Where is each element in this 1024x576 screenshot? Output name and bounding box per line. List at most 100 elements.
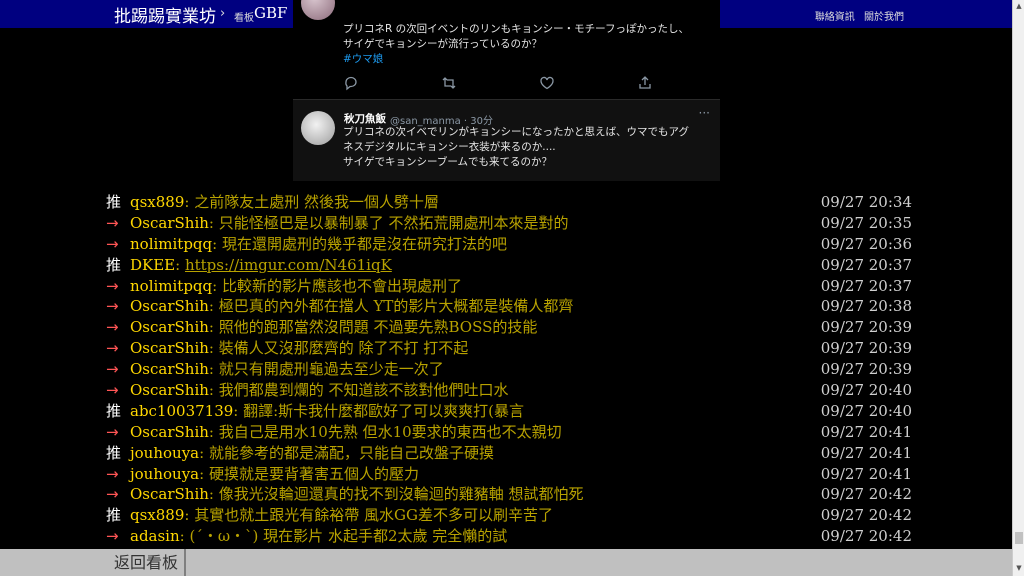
- push-row: 推 jouhouya: 就能參考的都是滿配，只能自己改盤子硬摸 09/27 20:4…: [106, 443, 912, 464]
- push-userid: OscarShih: [130, 422, 209, 441]
- push-timestamp: 09/27 20:38: [820, 297, 912, 316]
- push-userid: qsx889: [130, 506, 185, 525]
- push-body: nolimitpqq: 比較新的影片應該也不會出現處刑了: [130, 276, 462, 297]
- push-tag: →: [106, 527, 119, 546]
- push-body: OscarShih: 只能怪極巴是以暴制暴了 不然拓荒開處刑本來是對的: [130, 213, 569, 234]
- push-body: DKEE: https://imgur.com/N461iqK: [130, 255, 392, 276]
- push-tag: →: [106, 213, 119, 232]
- back-to-board-button[interactable]: 返回看板: [108, 549, 186, 576]
- push-userid: OscarShih: [130, 381, 209, 400]
- push-tag: →: [106, 422, 119, 441]
- push-tag: 推: [106, 193, 122, 211]
- push-timestamp: 09/27 20:41: [820, 443, 912, 462]
- push-row: → OscarShih: 我自己是用水10先熟 但水10要求的東西也不太親切 09/…: [106, 422, 912, 443]
- scroll-up-arrow-icon[interactable]: ▲: [1014, 0, 1024, 12]
- push-row: 推 qsx889: 之前隊友土處刑 然後我一個人劈十層 09/27 20:34: [106, 192, 912, 213]
- push-userid: jouhouya: [130, 464, 200, 483]
- push-userid: OscarShih: [130, 213, 209, 232]
- retweet-icon: [442, 77, 456, 89]
- about-us-link[interactable]: 關於我們: [864, 12, 904, 23]
- push-body: OscarShih: 照他的跑那當然沒問題 不過要先熟BOSS的技能: [130, 317, 537, 338]
- push-content: : 照他的跑那當然沒問題 不過要先熟BOSS的技能: [208, 318, 538, 337]
- tweet2-avatar: [301, 111, 335, 145]
- push-timestamp: 09/27 20:42: [820, 527, 912, 546]
- push-content: : 我們都農到爛的 不知道該不該對他們吐口水: [208, 381, 509, 400]
- push-content: :: [175, 255, 185, 274]
- contact-info-link[interactable]: 聯絡資訊: [815, 12, 855, 23]
- push-content: : (´・ω・`) 現在影片 水起手都2太歲 完全懶的試: [179, 527, 508, 546]
- push-tag: 推: [106, 255, 122, 274]
- push-row: → OscarShih: 就只有開處刑龜過去至少走一次了 09/27 20:39: [106, 359, 912, 380]
- push-userid: OscarShih: [130, 360, 209, 379]
- push-body: adasin: (´・ω・`) 現在影片 水起手都2太歲 完全懶的試: [130, 526, 507, 547]
- board-label: 看板: [234, 13, 254, 24]
- push-userid: OscarShih: [130, 318, 209, 337]
- push-body: OscarShih: 極巴真的內外都在擋人 YT的影片大概都是裝備人都齊: [130, 296, 573, 317]
- push-content: : 極巴真的內外都在擋人 YT的影片大概都是裝備人都齊: [208, 297, 574, 316]
- embedded-tweet-image[interactable]: プリコネR の次回イベントのリンもキョンシー・モチーフっぽかったし、 サイゲでキ…: [293, 0, 720, 181]
- push-content: : 就只有開處刑龜過去至少走一次了: [208, 360, 444, 379]
- push-body: OscarShih: 我們都農到爛的 不知道該不該對他們吐口水: [130, 380, 509, 401]
- scrollbar-thumb[interactable]: [1015, 532, 1023, 544]
- push-content: : 硬摸就是要背著害五個人的壓力: [199, 464, 419, 483]
- like-icon: [540, 76, 554, 90]
- push-row: → OscarShih: 我們都農到爛的 不知道該不該對他們吐口水 09/27 20…: [106, 380, 912, 401]
- push-row: → OscarShih: 像我光沒輪迴還真的找不到沒輪迴的雞豬軸 想試都怕死 09/…: [106, 484, 912, 505]
- push-row: → OscarShih: 極巴真的內外都在擋人 YT的影片大概都是裝備人都齊 09/…: [106, 296, 912, 317]
- push-content: : 比較新的影片應該也不會出現處刑了: [212, 276, 462, 295]
- push-timestamp: 09/27 20:41: [820, 464, 912, 483]
- push-body: OscarShih: 就只有開處刑龜過去至少走一次了: [130, 359, 444, 380]
- push-tag: 推: [106, 401, 122, 420]
- push-body: qsx889: 之前隊友土處刑 然後我一個人劈十層: [130, 192, 439, 213]
- push-timestamp: 09/27 20:40: [820, 401, 912, 420]
- push-userid: OscarShih: [130, 339, 209, 358]
- push-timestamp: 09/27 20:39: [820, 360, 912, 379]
- push-content: : 現在還開處刑的幾乎都是沒在研究打法的吧: [212, 234, 507, 253]
- share-icon: [639, 76, 651, 89]
- push-timestamp: 09/27 20:37: [820, 255, 912, 274]
- push-tag: →: [106, 339, 119, 358]
- push-tag: →: [106, 276, 119, 295]
- breadcrumb-separator: ›: [220, 6, 226, 21]
- scroll-down-arrow-icon[interactable]: ▼: [1014, 562, 1024, 574]
- push-tag: 推: [106, 443, 122, 462]
- push-link[interactable]: https://imgur.com/N461iqK: [185, 256, 392, 274]
- vertical-scrollbar[interactable]: ▲ ▼: [1012, 0, 1024, 576]
- push-tag: →: [106, 381, 119, 400]
- push-userid: qsx889: [130, 193, 185, 211]
- push-timestamp: 09/27 20:37: [820, 276, 912, 295]
- tweet2-author-name: 秋刀魚飯: [344, 113, 386, 125]
- push-tag: 推: [106, 506, 122, 525]
- push-content: : 就能參考的都是滿配，只能自己改盤子硬摸: [199, 443, 494, 462]
- push-tag: →: [106, 318, 119, 337]
- tweet1-line1: プリコネR の次回イベントのリンもキョンシー・モチーフっぽかったし、: [343, 23, 690, 35]
- push-row: 推 DKEE: https://imgur.com/N461iqK 09/27 20…: [106, 255, 912, 276]
- push-content: : 只能怪極巴是以暴制暴了 不然拓荒開處刑本來是對的: [208, 213, 569, 232]
- push-body: qsx889: 其實也就土跟光有餘裕帶 風水GG差不多可以刷辛苦了: [130, 505, 553, 526]
- board-name-link[interactable]: GBF: [254, 4, 287, 22]
- push-userid: DKEE: [130, 255, 176, 274]
- push-userid: abc10037139: [130, 401, 234, 420]
- push-userid: adasin: [130, 527, 180, 546]
- push-content: : 之前隊友土處刑 然後我一個人劈十層: [184, 193, 439, 211]
- push-row: 推 qsx889: 其實也就土跟光有餘裕帶 風水GG差不多可以刷辛苦了 09/27 …: [106, 505, 912, 526]
- push-row: → OscarShih: 裝備人又沒那麼齊的 除了不打 打不起 09/27 20:3…: [106, 338, 912, 359]
- push-content: : 像我光沒輪迴還真的找不到沒輪迴的雞豬軸 想試都怕死: [208, 485, 584, 504]
- push-userid: OscarShih: [130, 485, 209, 504]
- tweet2-line3: サイゲでキョンシーブームでも来てるのか？: [343, 156, 553, 168]
- push-timestamp: 09/27 20:39: [820, 339, 912, 358]
- push-timestamp: 09/27 20:34: [820, 193, 912, 211]
- push-content: : 其實也就土跟光有餘裕帶 風水GG差不多可以刷辛苦了: [184, 506, 553, 525]
- push-body: nolimitpqq: 現在還開處刑的幾乎都是沒在研究打法的吧: [130, 234, 507, 255]
- push-tag: →: [106, 485, 119, 504]
- site-name-link[interactable]: 批踢踢實業坊: [114, 2, 216, 27]
- tweet2: 秋刀魚飯 @san_manma · 30分 ··· プリコネの次イベでリンがキョ…: [293, 99, 720, 181]
- push-row: → OscarShih: 只能怪極巴是以暴制暴了 不然拓荒開處刑本來是對的 09/2…: [106, 213, 912, 234]
- push-timestamp: 09/27 20:36: [820, 234, 912, 253]
- tweet1-avatar: [301, 0, 335, 20]
- tweet2-text: プリコネの次イベでリンがキョンシーになったかと思えば、ウマでもアグ ネスデジタル…: [343, 125, 713, 170]
- push-row: → nolimitpqq: 現在還開處刑的幾乎都是沒在研究打法的吧 09/27 20…: [106, 234, 912, 255]
- push-userid: jouhouya: [130, 443, 200, 462]
- push-row: 推 abc10037139: 翻譯:斯卡我什麼都歐好了可以爽爽打(暴言 09/27 …: [106, 401, 912, 422]
- push-userid: nolimitpqq: [130, 276, 213, 295]
